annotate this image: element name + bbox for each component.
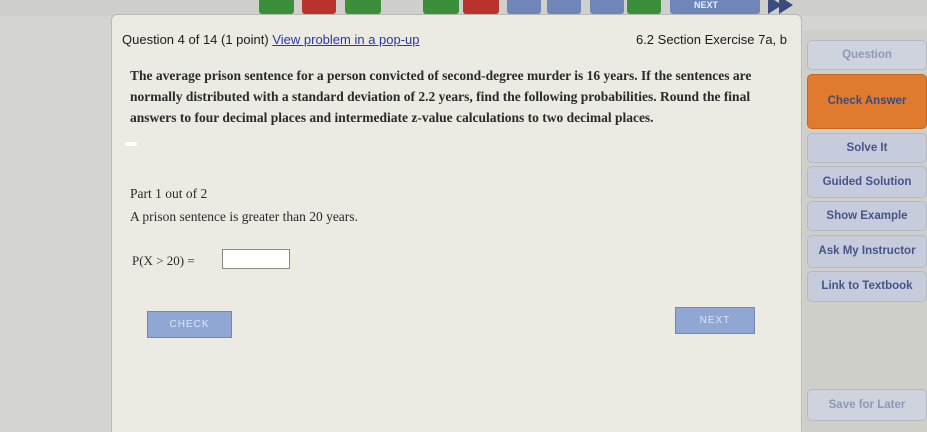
nav-question-4-button[interactable]: [423, 0, 459, 14]
nav-question-2-button[interactable]: [302, 0, 336, 14]
nav-question-8-button[interactable]: [590, 0, 624, 14]
question-number: Question 4 of 14 (1 point): [122, 32, 269, 47]
question-panel: Question 4 of 14 (1 point) View problem …: [111, 14, 802, 432]
nav-question-9-button[interactable]: [627, 0, 661, 14]
check-button[interactable]: CHECK: [147, 311, 232, 338]
next-button[interactable]: NEXT: [675, 307, 755, 334]
nav-question-7-button[interactable]: [547, 0, 581, 14]
link-to-textbook-button[interactable]: Link to Textbook: [807, 271, 927, 302]
solve-it-button[interactable]: Solve It: [807, 133, 927, 163]
ask-instructor-button[interactable]: Ask My Instructor: [807, 235, 927, 268]
nav-question-5-button[interactable]: [463, 0, 499, 14]
check-answer-button[interactable]: Check Answer: [807, 74, 927, 129]
cursor-mark: [125, 142, 137, 146]
nav-next-label: NEXT: [694, 0, 719, 10]
guided-solution-button[interactable]: Guided Solution: [807, 166, 927, 198]
forward-arrow-icon[interactable]: [779, 0, 793, 14]
question-header: Question 4 of 14 (1 point) View problem …: [122, 32, 420, 47]
sidebar: Question Check Answer Solve It Guided So…: [803, 30, 927, 432]
nav-question-6-button[interactable]: [507, 0, 541, 14]
nav-question-1-button[interactable]: [259, 0, 294, 14]
save-for-later-button[interactable]: Save for Later: [807, 389, 927, 421]
nav-next-button[interactable]: NEXT: [670, 0, 760, 14]
question-button[interactable]: Question: [807, 40, 927, 70]
popup-link[interactable]: View problem in a pop-up: [272, 32, 419, 47]
part-label: Part 1 out of 2: [130, 186, 208, 201]
part-text: A prison sentence is greater than 20 yea…: [130, 209, 358, 224]
section-label: 6.2 Section Exercise 7a, b: [635, 32, 787, 47]
answer-input[interactable]: [222, 249, 290, 269]
problem-text: The average prison sentence for a person…: [130, 68, 752, 125]
nav-question-3-button[interactable]: [345, 0, 381, 14]
show-example-button[interactable]: Show Example: [807, 201, 927, 231]
answer-label: P(X > 20) =: [132, 253, 195, 268]
screen: NEXT Question 4 of 14 (1 point) View pro…: [0, 0, 927, 432]
